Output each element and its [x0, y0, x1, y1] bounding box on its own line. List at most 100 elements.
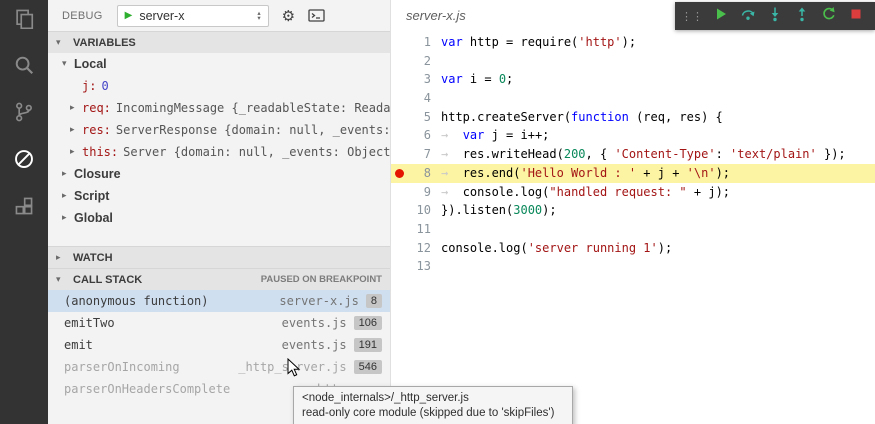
- variable-row[interactable]: ▸res:ServerResponse {domain: null, _even…: [48, 119, 390, 141]
- frame-line-badge: 546: [354, 360, 382, 374]
- debug-sidebar-header: DEBUG ▶ server-x ▴▾ ⚙: [48, 0, 390, 31]
- code-text[interactable]: var http = require('http');: [431, 33, 636, 52]
- variable-row[interactable]: j: 0: [48, 75, 390, 97]
- scope-row-local[interactable]: ▾Local: [48, 53, 390, 75]
- activity-bar-item-debug[interactable]: [11, 149, 37, 173]
- code-text[interactable]: [431, 257, 441, 276]
- toolbar-drag-handle-icon[interactable]: ⋮⋮: [681, 10, 703, 23]
- frame-name: parserOnIncoming: [64, 360, 238, 374]
- sidebar-title: DEBUG: [62, 10, 103, 22]
- chevron-right-icon: ▸: [62, 191, 74, 201]
- breakpoint-gutter[interactable]: [391, 220, 407, 239]
- console-icon: [308, 8, 325, 23]
- breakpoint-gutter[interactable]: [391, 257, 407, 276]
- breakpoint-gutter[interactable]: [391, 126, 407, 145]
- breakpoint-gutter[interactable]: [391, 70, 407, 89]
- code-line: 7→ res.writeHead(200, { 'Content-Type': …: [391, 145, 875, 164]
- stop-button[interactable]: [842, 4, 869, 28]
- step-into-button[interactable]: [761, 4, 788, 28]
- breakpoint-gutter[interactable]: [391, 183, 407, 202]
- continue-button[interactable]: [707, 4, 734, 28]
- code-token: );: [716, 166, 730, 180]
- code-token: });: [817, 147, 846, 161]
- activity-bar-item-search[interactable]: [11, 55, 37, 79]
- breakpoint-gutter[interactable]: [391, 145, 407, 164]
- breakpoint-gutter[interactable]: [391, 201, 407, 220]
- code-text[interactable]: console.log('server running 1');: [431, 239, 672, 258]
- code-text[interactable]: [431, 89, 441, 108]
- breakpoint-gutter[interactable]: [391, 239, 407, 258]
- code-text[interactable]: [431, 52, 441, 71]
- code-token: );: [658, 241, 672, 255]
- debug-config-picker[interactable]: ▶ server-x ▴▾: [117, 5, 269, 27]
- call-stack-frame[interactable]: (anonymous function)server-x.js8: [48, 290, 390, 312]
- chevron-down-icon: ▾: [56, 38, 68, 48]
- open-debug-console-button[interactable]: [308, 8, 325, 23]
- breakpoint-gutter[interactable]: [391, 89, 407, 108]
- line-number: 10: [407, 201, 431, 220]
- step-out-button[interactable]: [788, 4, 815, 28]
- start-debug-icon[interactable]: ▶: [125, 10, 133, 21]
- scope-label: Global: [74, 211, 113, 225]
- watch-section-header[interactable]: ▸ WATCH: [48, 246, 390, 268]
- breakpoint-gutter[interactable]: [391, 52, 407, 71]
- debug-config-name[interactable]: server-x: [139, 9, 250, 23]
- code-token: 'text/plain': [730, 147, 817, 161]
- call-stack-frame[interactable]: emitevents.js191: [48, 334, 390, 356]
- frame-line-badge: 191: [354, 338, 382, 352]
- breakpoint-gutter[interactable]: [391, 164, 407, 183]
- code-area: 1var http = require('http');23var i = 0;…: [391, 33, 875, 276]
- code-token: ;: [506, 72, 513, 86]
- variable-row[interactable]: ▸this:Server {domain: null, _events: Obj…: [48, 141, 390, 163]
- code-text[interactable]: }).listen(3000);: [431, 201, 557, 220]
- code-text[interactable]: → res.writeHead(200, { 'Content-Type': '…: [431, 145, 846, 164]
- chevron-right-icon: ▸: [70, 125, 82, 135]
- frame-name: emit: [64, 338, 282, 352]
- scope-row-closure[interactable]: ▸Closure: [48, 163, 390, 185]
- editor-file-title[interactable]: server-x.js: [406, 8, 466, 23]
- code-text[interactable]: → res.end('Hello World : ' + j + '\n');: [431, 164, 730, 183]
- code-token: "handled request: ": [549, 185, 686, 199]
- variable-row[interactable]: ▸req:IncomingMessage {_readableState: Re…: [48, 97, 390, 119]
- code-line: 5http.createServer(function (req, res) {: [391, 108, 875, 127]
- line-number: 5: [407, 108, 431, 127]
- variable-value: ServerResponse {domain: null, _events: O…: [116, 123, 390, 137]
- activity-bar-item-extensions[interactable]: [11, 196, 37, 220]
- code-line: 10}).listen(3000);: [391, 201, 875, 220]
- code-text[interactable]: → console.log("handled request: " + j);: [431, 183, 730, 202]
- code-token: res.end(: [463, 166, 521, 180]
- variable-name: j:: [82, 79, 96, 93]
- variables-section-header[interactable]: ▾ VARIABLES: [48, 31, 390, 53]
- chevron-right-icon: ▸: [62, 213, 74, 223]
- call-stack-section-label: CALL STACK: [73, 274, 142, 286]
- scope-row-global[interactable]: ▸Global: [48, 207, 390, 229]
- activity-bar-item-explorer[interactable]: [11, 8, 37, 32]
- scope-row-script[interactable]: ▸Script: [48, 185, 390, 207]
- configure-gear-button[interactable]: ⚙: [282, 7, 295, 25]
- paused-status-badge: PAUSED ON BREAKPOINT: [261, 274, 382, 285]
- restart-button[interactable]: [815, 4, 842, 28]
- code-token: function: [571, 110, 629, 124]
- code-token: + j +: [636, 166, 687, 180]
- step-over-button[interactable]: [734, 4, 761, 28]
- code-text[interactable]: → var j = i++;: [431, 126, 549, 145]
- call-stack-frame[interactable]: emitTwoevents.js106: [48, 312, 390, 334]
- code-token: (req, res) {: [629, 110, 723, 124]
- call-stack-frame[interactable]: parserOnIncoming_http_server.js546: [48, 356, 390, 378]
- chevron-right-icon: ▸: [70, 103, 82, 113]
- tooltip-description: read-only core module (skipped due to 's…: [302, 406, 564, 421]
- variable-value: 0: [101, 79, 108, 93]
- explorer-icon: [13, 7, 35, 34]
- activity-bar-item-source-control[interactable]: [11, 102, 37, 126]
- chevron-right-icon: ▸: [56, 253, 68, 263]
- call-stack-section-header[interactable]: ▾ CALL STACK PAUSED ON BREAKPOINT: [48, 268, 390, 290]
- breakpoint-gutter[interactable]: [391, 108, 407, 127]
- editor-pane: server-x.js 1var http = require('http');…: [390, 0, 875, 424]
- code-text[interactable]: var i = 0;: [431, 70, 513, 89]
- code-line: 9→ console.log("handled request: " + j);: [391, 183, 875, 202]
- tab-whitespace-icon: →: [441, 185, 463, 199]
- tab-whitespace-icon: →: [441, 166, 463, 180]
- code-text[interactable]: [431, 220, 441, 239]
- code-text[interactable]: http.createServer(function (req, res) {: [431, 108, 723, 127]
- breakpoint-gutter[interactable]: [391, 33, 407, 52]
